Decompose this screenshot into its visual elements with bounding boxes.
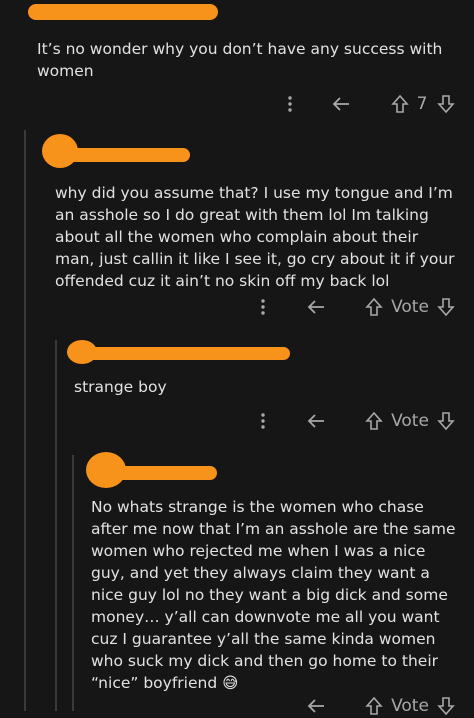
- upvote-icon[interactable]: [362, 694, 386, 718]
- more-options-icon[interactable]: [255, 409, 271, 433]
- redacted-username: [28, 4, 218, 20]
- downvote-icon[interactable]: [434, 92, 458, 116]
- reply-icon[interactable]: [330, 92, 354, 116]
- vote-label: Vote: [391, 297, 429, 317]
- redacted-username: [72, 347, 290, 360]
- downvote-icon[interactable]: [434, 295, 458, 319]
- upvote-icon[interactable]: [362, 409, 386, 433]
- vote-label: Vote: [391, 411, 429, 431]
- reply-icon[interactable]: [305, 409, 329, 433]
- downvote-icon[interactable]: [434, 409, 458, 433]
- thread-line: [72, 455, 74, 711]
- upvote-icon[interactable]: [362, 295, 386, 319]
- comment-body: strange boy: [74, 378, 167, 396]
- thread-line: [24, 130, 26, 711]
- vote-label: Vote: [391, 696, 429, 716]
- comment-body: It’s no wonder why you don’t have any su…: [37, 40, 443, 80]
- vote-count: 7: [416, 94, 428, 114]
- more-options-icon[interactable]: [282, 92, 298, 116]
- comment-body: why did you assume that? I use my tongue…: [55, 184, 455, 290]
- downvote-icon[interactable]: [434, 694, 458, 718]
- thread-line: [55, 340, 57, 711]
- more-options-icon[interactable]: [255, 295, 271, 319]
- reply-icon[interactable]: [305, 694, 329, 718]
- reply-icon[interactable]: [305, 295, 329, 319]
- redacted-username: [48, 148, 190, 162]
- redacted-username: [92, 466, 217, 480]
- comment-body: No whats strange is the women who chase …: [91, 498, 456, 692]
- upvote-icon[interactable]: [388, 92, 412, 116]
